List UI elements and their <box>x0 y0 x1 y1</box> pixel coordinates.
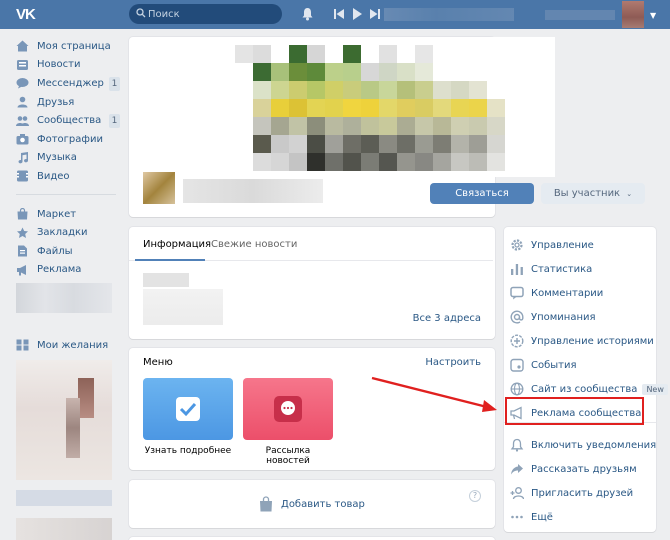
annotation-arrow <box>371 376 497 412</box>
